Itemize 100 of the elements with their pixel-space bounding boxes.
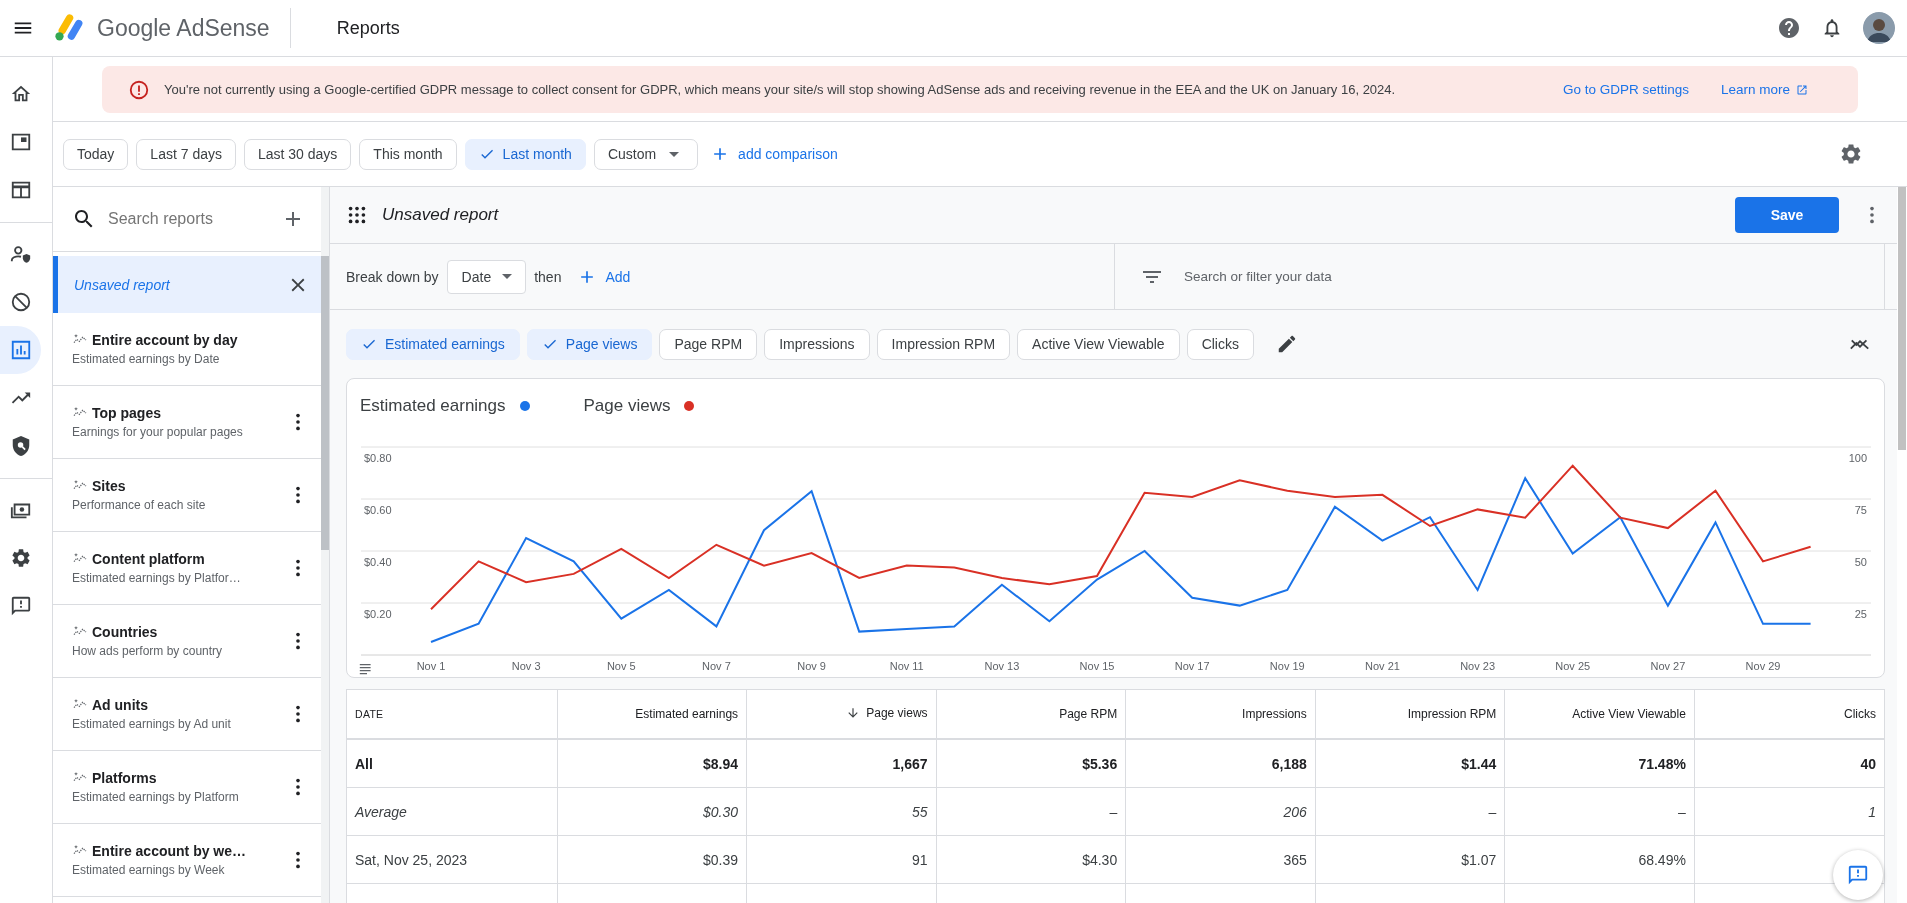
metric-chip[interactable]: Impression RPM	[876, 328, 1011, 360]
metric-chip[interactable]: Page RPM	[659, 328, 758, 360]
x-tick-label: Nov 29	[1745, 660, 1781, 672]
column-header[interactable]: Page RPM	[936, 690, 1126, 739]
breakdown-label: Break down by	[346, 268, 439, 285]
metric-chip[interactable]: Active View Viewable	[1017, 328, 1180, 360]
table-cell: 40	[1694, 739, 1884, 788]
date-range-chip[interactable]: Last month	[464, 138, 586, 170]
x-tick-label: Nov 15	[1079, 660, 1115, 672]
x-tick-label: Nov 25	[1555, 660, 1591, 672]
report-subtitle: How ads perform by country	[72, 644, 224, 658]
filter-field[interactable]: Search or filter your data	[1182, 268, 1884, 285]
report-subtitle: Estimated earnings by Ad unit	[72, 717, 232, 731]
y-tick-label: 50	[1854, 556, 1867, 568]
add-comparison-button[interactable]: add comparison	[710, 144, 838, 164]
add-dimension-button[interactable]: Add	[577, 266, 631, 287]
help-icon[interactable]	[1777, 16, 1801, 40]
banner-link[interactable]: Go to GDPR settings	[1562, 82, 1689, 97]
date-range-chip[interactable]: Last 30 days	[243, 138, 352, 170]
scrollbar-thumb[interactable]	[321, 256, 329, 550]
x-tick-label: Nov 23	[1460, 660, 1495, 672]
column-header[interactable]: Active View Viewable	[1504, 690, 1695, 739]
x-tick-label: Nov 19	[1269, 660, 1305, 672]
report-name: Unsaved report	[382, 205, 500, 225]
dropdown-caret-icon	[669, 151, 680, 157]
column-header[interactable]: Page views	[746, 690, 937, 739]
table-cell: 91	[746, 835, 937, 884]
person-shield-icon[interactable]	[9, 243, 32, 265]
bar-chart-icon[interactable]	[9, 339, 32, 361]
nav-item-highlight[interactable]	[0, 326, 41, 374]
product-name: Google AdSense	[97, 14, 270, 42]
y-tick-label: $0.40	[364, 556, 392, 568]
feedback-icon	[1847, 864, 1869, 886]
date-range-chip[interactable]: Today	[63, 138, 129, 170]
pencil-icon[interactable]	[1276, 333, 1298, 355]
date-range-dropdown[interactable]: Custom	[593, 138, 699, 170]
metric-chip[interactable]: Impressions	[764, 328, 870, 360]
apps-grid-icon[interactable]	[346, 204, 368, 226]
report-subtitle: Performance of each site	[72, 498, 207, 512]
table-cell: 68.49%	[1504, 835, 1695, 884]
table-cell: $8.94	[557, 739, 747, 788]
save-button[interactable]: Save	[1735, 197, 1839, 233]
error-icon	[128, 78, 150, 101]
scrollbar-thumb[interactable]	[1898, 187, 1906, 450]
report-title: Top pages	[92, 405, 161, 421]
y-tick-label: $0.60	[364, 504, 392, 516]
x-tick-label: Nov 27	[1650, 660, 1686, 672]
ad-frame-icon[interactable]	[9, 131, 32, 153]
table-cell: 206	[1125, 787, 1316, 836]
column-header[interactable]: Impressions	[1125, 690, 1316, 739]
block-icon[interactable]	[9, 291, 32, 313]
column-header[interactable]: Estimated earnings	[557, 690, 747, 739]
metric-chip[interactable]: Clicks	[1186, 328, 1254, 360]
feedback-icon[interactable]	[9, 595, 32, 617]
dimension-dropdown[interactable]: Date	[446, 259, 527, 294]
settings-icon[interactable]	[1839, 142, 1863, 166]
report-subtitle: Estimated earnings by Week	[72, 863, 226, 877]
banner-link[interactable]: Learn more	[1720, 82, 1808, 97]
table-cell: $1.44	[1315, 739, 1505, 788]
x-tick-label: Nov 21	[1365, 660, 1400, 672]
search-field[interactable]: Search reports	[106, 209, 271, 229]
y-tick-label: 100	[1848, 452, 1867, 464]
table-cell: 1	[1694, 787, 1884, 836]
legend-label: Page views	[583, 396, 671, 416]
report-title: Countries	[92, 624, 158, 640]
table-cell: All	[347, 739, 557, 788]
table-cell: –	[1504, 787, 1695, 836]
date-range-chip[interactable]: Last 7 days	[136, 138, 236, 170]
table-cell: 1,667	[746, 739, 937, 788]
x-tick-label: Nov 3	[511, 660, 541, 672]
table-cell: $4.30	[936, 835, 1126, 884]
layout-icon[interactable]	[9, 179, 32, 201]
metric-chip[interactable]: Estimated earnings	[346, 328, 520, 360]
page-title: Reports	[336, 17, 401, 39]
date-range-chip[interactable]: This month	[359, 138, 457, 170]
report-title: Sites	[92, 478, 126, 494]
table-cell: 365	[1125, 835, 1316, 884]
then-label: then	[534, 268, 562, 285]
x-tick-label: Nov 7	[702, 660, 731, 672]
report-title: Ad units	[92, 697, 148, 713]
x-tick-label: Nov 9	[797, 660, 826, 672]
y-tick-label: $0.80	[364, 452, 392, 464]
report-subtitle: Estimated earnings by Platfor…	[72, 571, 242, 585]
column-header[interactable]: Impression RPM	[1315, 690, 1505, 739]
metric-chip[interactable]: Page views	[526, 328, 653, 360]
table-cell: 71.48%	[1504, 739, 1695, 788]
table-cell: $0.30	[557, 787, 747, 836]
column-header[interactable]: DATE	[347, 690, 557, 739]
report-subtitle: Estimated earnings by Platform	[72, 790, 240, 804]
column-header[interactable]: Clicks	[1694, 690, 1884, 739]
dropdown-caret-icon	[502, 274, 513, 279]
report-list-item[interactable]: Unsaved report	[53, 256, 321, 313]
report-title: Platforms	[92, 770, 157, 786]
table-cell: 55	[746, 787, 937, 836]
legend-label: Estimated earnings	[360, 396, 506, 416]
x-tick-label: Nov 17	[1174, 660, 1210, 672]
chart-menu-icon[interactable]	[359, 664, 371, 675]
avatar[interactable]	[1863, 12, 1895, 44]
settings-icon[interactable]	[9, 547, 32, 569]
y-tick-label: 75	[1854, 504, 1867, 516]
